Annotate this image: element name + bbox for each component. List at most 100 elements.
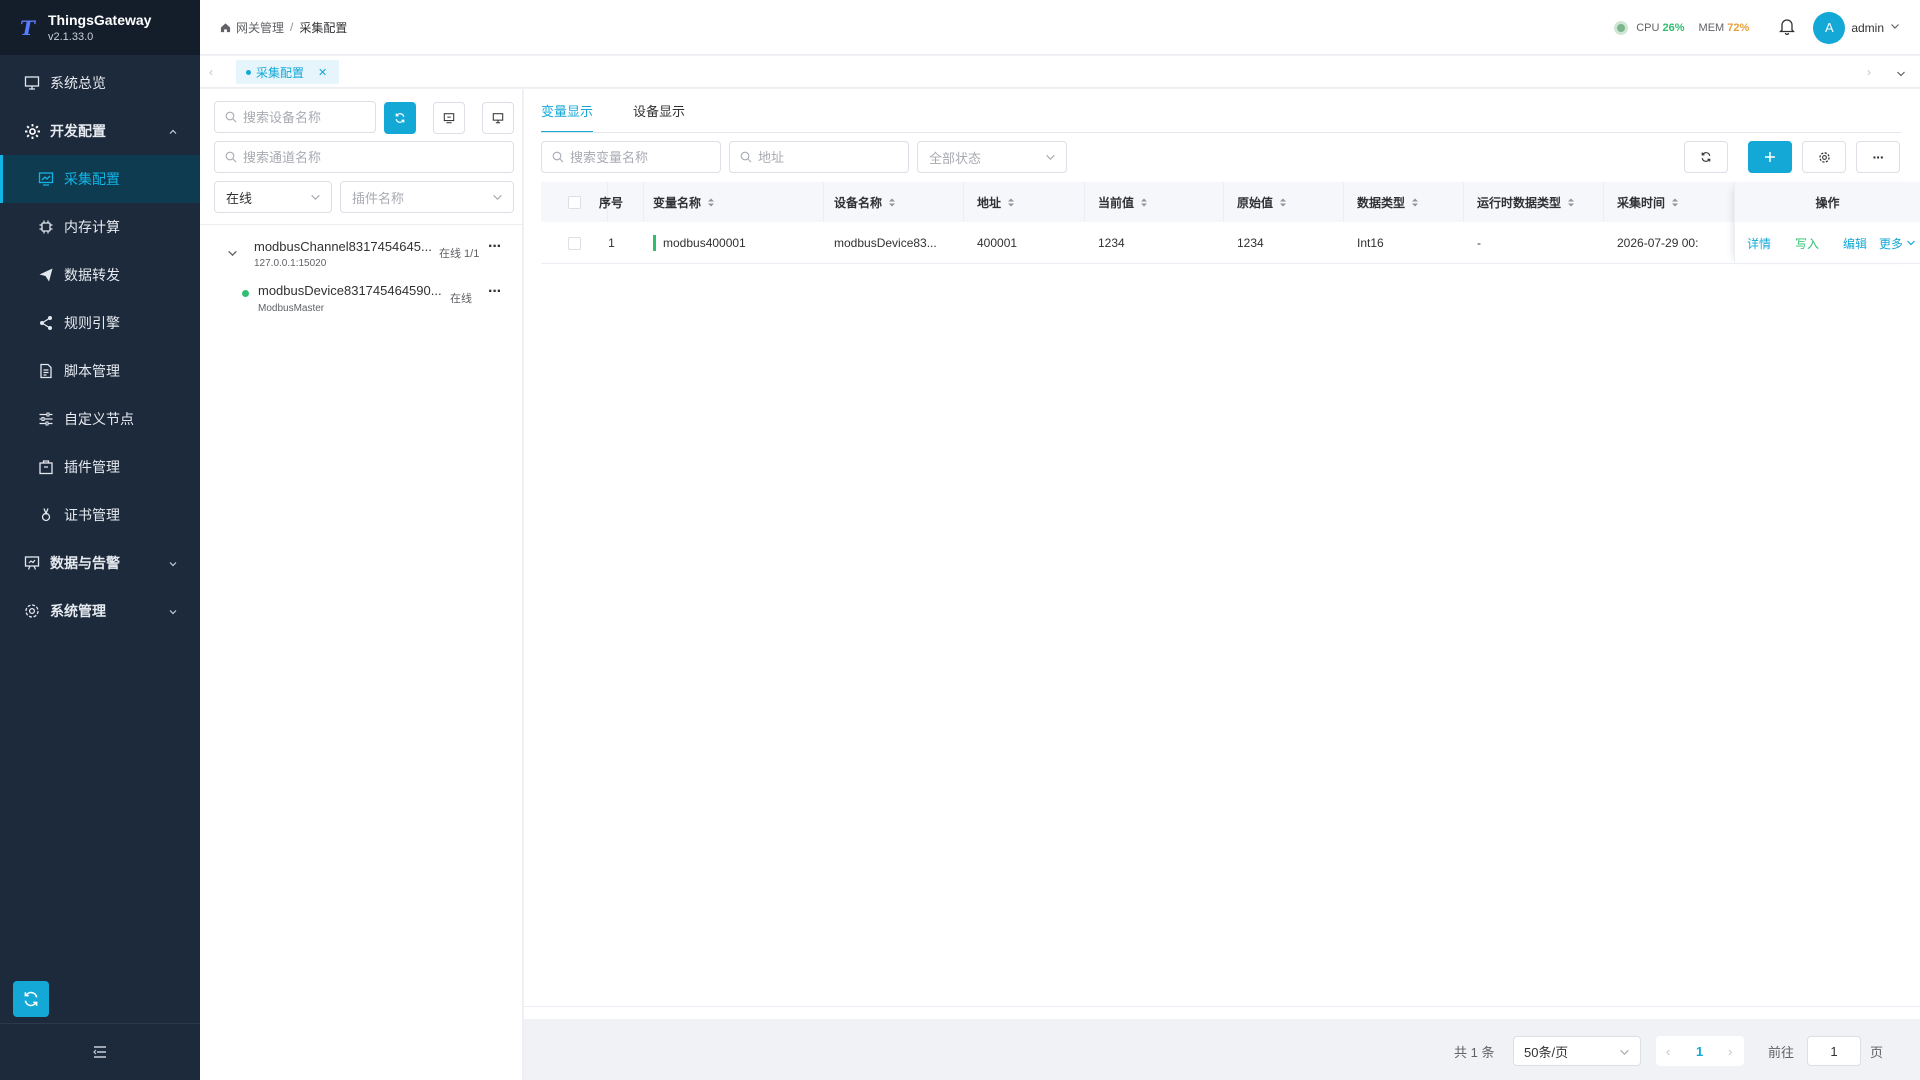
sort-icon[interactable] (1279, 197, 1287, 208)
user-name[interactable]: admin (1851, 21, 1884, 35)
col-label: 运行时数据类型 (1477, 195, 1562, 210)
cell-collect-time: 2026-07-29 00: (1617, 236, 1699, 250)
cell-runtime-type: - (1477, 236, 1481, 250)
chevron-down-icon[interactable] (227, 247, 238, 262)
cell-current-value: 1234 (1098, 236, 1125, 250)
table-row[interactable]: 1 modbus400001 modbusDevice83... 400001 … (541, 222, 1920, 264)
sort-icon[interactable] (1411, 197, 1419, 208)
search-device-input[interactable] (243, 109, 375, 125)
tree-node-device[interactable]: modbusDevice831745464590... ModbusMaster… (200, 282, 523, 322)
sort-icon[interactable] (707, 197, 715, 208)
edit-icon (443, 113, 455, 124)
more-actions-button[interactable]: ··· (1856, 141, 1900, 173)
sidebar-item-dev-config[interactable]: 开发配置 (0, 107, 200, 155)
sort-icon[interactable] (888, 197, 896, 208)
sidebar-item-label: 系统管理 (50, 603, 106, 619)
plugin-select[interactable]: 插件名称 (340, 181, 514, 213)
col-collect-time[interactable]: 采集时间 (1604, 182, 1734, 222)
tree-node-channel[interactable]: modbusChannel8317454645... 127.0.0.1:150… (200, 237, 523, 277)
chevron-down-icon[interactable] (1896, 67, 1906, 82)
status-select[interactable]: 在线 (214, 181, 332, 213)
sidebar-item-data-forward[interactable]: 数据转发 (0, 251, 200, 299)
sidebar-item-collect-config[interactable]: 采集配置 (0, 155, 200, 203)
col-device-name[interactable]: 设备名称 (824, 182, 964, 222)
col-data-type[interactable]: 数据类型 (1344, 182, 1464, 222)
more-icon[interactable]: ··· (488, 284, 502, 300)
chevron-down-icon[interactable] (1890, 21, 1900, 34)
sidebar-item-overview[interactable]: 系统总览 (0, 59, 200, 107)
chevron-left-icon[interactable]: ‹ (1666, 1044, 1670, 1059)
bell-icon[interactable] (1779, 18, 1796, 38)
col-label: 采集时间 (1617, 195, 1666, 210)
col-raw-value[interactable]: 原始值 (1224, 182, 1344, 222)
chevron-down-icon (1045, 151, 1056, 166)
breadcrumb-item[interactable]: 网关管理 (236, 19, 284, 36)
channel-status: 在线 1/1 (439, 248, 480, 260)
tab-variables[interactable]: 变量显示 (541, 89, 594, 133)
horizontal-scrollbar[interactable] (524, 1006, 1920, 1018)
chevron-left-icon[interactable]: ‹ (209, 65, 213, 79)
mem-label: MEM (1698, 21, 1725, 34)
settings-button[interactable] (1802, 141, 1846, 173)
sidebar-item-rule-engine[interactable]: 规则引擎 (0, 299, 200, 347)
sidebar-item-data-alarm[interactable]: 数据与告警 (0, 539, 200, 587)
chevron-right-icon[interactable]: › (1728, 1044, 1732, 1059)
col-address[interactable]: 地址 (964, 182, 1085, 222)
col-label: 原始值 (1237, 195, 1274, 210)
cpu-value: 26% (1662, 21, 1685, 34)
goto-page-input[interactable]: 1 (1807, 1036, 1861, 1066)
edit-channel-button[interactable] (433, 102, 465, 134)
avatar[interactable]: A (1813, 11, 1846, 44)
tab-devices[interactable]: 设备显示 (633, 89, 685, 133)
page-size-select[interactable]: 50条/页 (1513, 1036, 1641, 1066)
tab-collect-config[interactable]: 采集配置 ✕ (236, 60, 340, 84)
more-icon: ··· (1872, 149, 1885, 165)
status-filter-select[interactable]: 全部状态 (917, 141, 1067, 173)
refresh-icon (24, 991, 38, 1007)
monitor-icon (492, 113, 504, 124)
more-icon[interactable]: ··· (488, 239, 502, 255)
sidebar: T ThingsGateway v2.1.33.0 系统总览 开发配置 采集配置… (0, 0, 200, 1080)
sort-icon[interactable] (1007, 197, 1015, 208)
sidebar-collapse-button[interactable] (0, 1023, 200, 1080)
sidebar-item-memory-compute[interactable]: 内存计算 (0, 203, 200, 251)
chevron-down-icon (492, 191, 503, 206)
search-channel-input[interactable] (243, 149, 513, 165)
pager: ‹ 1 › (1656, 1036, 1744, 1066)
col-current-value[interactable]: 当前值 (1085, 182, 1224, 222)
search-channel-field[interactable] (214, 141, 514, 173)
close-icon[interactable]: ✕ (318, 66, 327, 79)
sort-icon[interactable] (1140, 197, 1148, 208)
search-variable-field[interactable] (541, 141, 721, 173)
cell-data-type: Int16 (1357, 236, 1384, 250)
col-variable-name[interactable]: 变量名称 (644, 182, 824, 222)
sidebar-item-plugin-manage[interactable]: 插件管理 (0, 443, 200, 491)
add-variable-button[interactable] (1748, 141, 1792, 173)
refresh-button[interactable] (384, 102, 416, 134)
package-icon (36, 457, 56, 477)
sort-icon[interactable] (1671, 197, 1679, 208)
cpu-label: CPU (1636, 21, 1660, 34)
refresh-table-button[interactable] (1684, 141, 1728, 173)
address-field[interactable] (729, 141, 909, 173)
share-icon (36, 313, 56, 333)
sidebar-item-label: 规则引擎 (64, 315, 120, 331)
sidebar-item-script-manage[interactable]: 脚本管理 (0, 347, 200, 395)
sidebar-item-cert-manage[interactable]: 证书管理 (0, 491, 200, 539)
sort-icon[interactable] (1567, 197, 1575, 208)
col-runtime-type[interactable]: 运行时数据类型 (1464, 182, 1604, 222)
sidebar-refresh-button[interactable] (13, 981, 49, 1017)
chevron-right-icon[interactable]: › (1867, 65, 1871, 79)
status-select-value: 在线 (226, 190, 253, 206)
sidebar-item-custom-node[interactable]: 自定义节点 (0, 395, 200, 443)
sidebar-item-system-manage[interactable]: 系统管理 (0, 587, 200, 635)
address-input[interactable] (758, 149, 908, 165)
sidebar-item-label: 数据转发 (64, 267, 120, 283)
chevron-down-icon (168, 604, 178, 620)
display-button[interactable] (482, 102, 514, 134)
goto-label: 前往 (1768, 1044, 1795, 1060)
search-variable-input[interactable] (570, 149, 720, 165)
current-page[interactable]: 1 (1696, 1044, 1703, 1059)
search-device-field[interactable] (214, 101, 376, 133)
breadcrumb-current: 采集配置 (299, 20, 348, 35)
